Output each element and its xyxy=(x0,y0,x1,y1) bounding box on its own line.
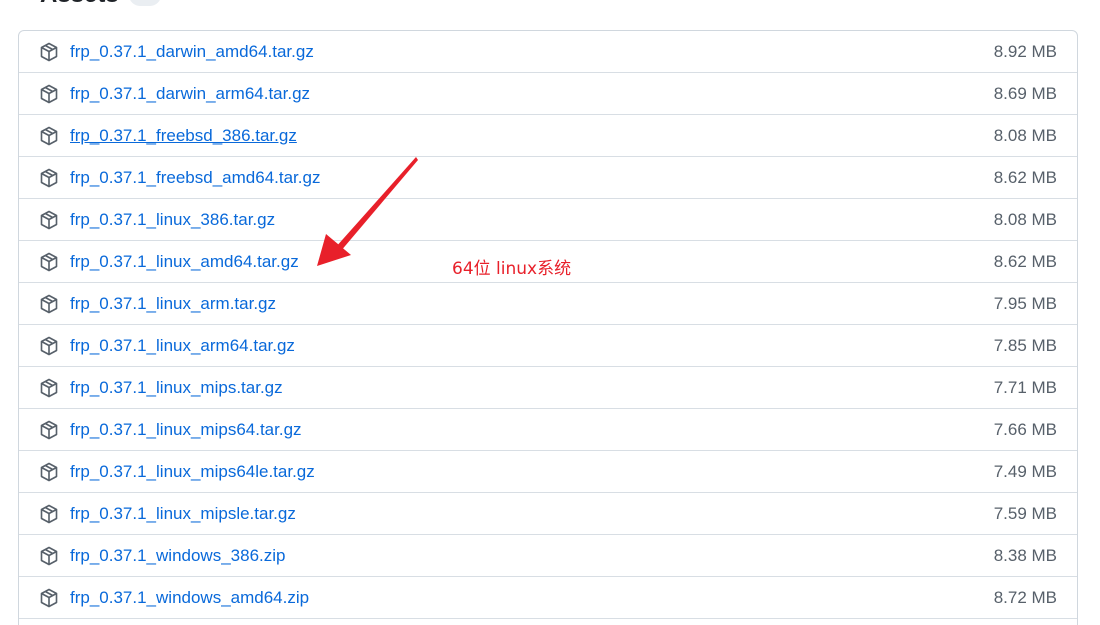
asset-download-link[interactable]: frp_0.37.1_linux_arm.tar.gz xyxy=(70,294,994,314)
package-icon xyxy=(39,84,59,104)
asset-row: frp_0.37.1_windows_amd64.zip 8.72 MB xyxy=(19,577,1077,619)
asset-download-link[interactable]: frp_0.37.1_linux_386.tar.gz xyxy=(70,210,994,230)
asset-size: 8.08 MB xyxy=(993,125,1057,145)
package-icon xyxy=(39,378,59,398)
asset-size: 8.92 MB xyxy=(993,41,1057,61)
asset-size: 7.71 MB xyxy=(993,377,1057,397)
asset-download-link[interactable]: frp_0.37.1_windows_amd64.zip xyxy=(70,588,994,608)
asset-download-link[interactable]: frp_0.37.1_windows_386.zip xyxy=(70,546,994,566)
assets-list: frp_0.37.1_darwin_amd64.tar.gz 8.92 MB frp… xyxy=(18,30,1078,625)
asset-download-link[interactable]: frp_0.37.1_linux_mips64.tar.gz xyxy=(70,420,994,440)
package-icon xyxy=(39,588,59,608)
asset-size: 7.85 MB xyxy=(993,335,1057,355)
assets-title: Assets xyxy=(40,0,119,9)
asset-row: frp_0.37.1_linux_386.tar.gz 8.08 MB xyxy=(19,199,1077,241)
asset-size: 7.59 MB xyxy=(993,503,1057,523)
release-assets-page: Assets 16 frp_0.37.1_darwin_amd64.tar.gz… xyxy=(0,0,1100,625)
asset-row: frp_0.37.1_linux_mipsle.tar.gz 7.59 MB xyxy=(19,493,1077,535)
asset-row: frp_0.37.1_linux_mips.tar.gz 7.71 MB xyxy=(19,367,1077,409)
asset-row: frp_0.37.1_freebsd_amd64.tar.gz 8.62 MB xyxy=(19,157,1077,199)
asset-download-link[interactable]: frp_0.37.1_linux_arm64.tar.gz xyxy=(70,336,994,356)
asset-size: 8.69 MB xyxy=(993,83,1057,103)
annotation-label: 64位 linux系统 xyxy=(452,259,572,279)
asset-download-link[interactable]: frp_0.37.1_linux_mipsle.tar.gz xyxy=(70,504,994,524)
asset-size: 7.66 MB xyxy=(993,419,1057,439)
asset-row: frp_0.37.1_darwin_amd64.tar.gz 8.92 MB xyxy=(19,31,1077,73)
package-icon xyxy=(39,504,59,524)
asset-size: 8.62 MB xyxy=(993,251,1057,271)
asset-row: frp_0.37.1_linux_mips64.tar.gz 7.66 MB xyxy=(19,409,1077,451)
asset-size: 8.62 MB xyxy=(993,167,1057,187)
asset-row: frp_0.37.1_linux_mips64le.tar.gz 7.49 MB xyxy=(19,451,1077,493)
package-icon xyxy=(39,126,59,146)
package-icon xyxy=(39,336,59,356)
package-icon xyxy=(39,546,59,566)
package-icon xyxy=(39,210,59,230)
package-icon xyxy=(39,462,59,482)
asset-size: 8.08 MB xyxy=(993,209,1057,229)
assets-header: Assets 16 xyxy=(40,0,161,10)
asset-row: frp_0.37.1_darwin_arm64.tar.gz 8.69 MB xyxy=(19,73,1077,115)
asset-download-link[interactable]: frp_0.37.1_linux_mips.tar.gz xyxy=(70,378,994,398)
package-icon xyxy=(39,420,59,440)
asset-download-link[interactable]: frp_0.37.1_freebsd_amd64.tar.gz xyxy=(70,168,994,188)
asset-size: 8.72 MB xyxy=(993,587,1057,607)
asset-download-link[interactable]: frp_0.37.1_linux_mips64le.tar.gz xyxy=(70,462,994,482)
asset-row: frp_0.37.1_linux_arm.tar.gz 7.95 MB xyxy=(19,283,1077,325)
asset-row: frp_0.37.1_freebsd_386.tar.gz 8.08 MB xyxy=(19,115,1077,157)
asset-size: 7.49 MB xyxy=(993,461,1057,481)
asset-download-link[interactable]: frp_0.37.1_darwin_amd64.tar.gz xyxy=(70,42,994,62)
assets-count-badge: 16 xyxy=(128,0,161,6)
asset-row: frp_0.37.1_linux_arm64.tar.gz 7.85 MB xyxy=(19,325,1077,367)
asset-size: 7.95 MB xyxy=(993,293,1057,313)
asset-download-link[interactable]: frp_0.37.1_darwin_arm64.tar.gz xyxy=(70,84,994,104)
package-icon xyxy=(39,168,59,188)
package-icon xyxy=(39,42,59,62)
package-icon xyxy=(39,294,59,314)
asset-row: frp_0.37.1_windows_386.zip 8.38 MB xyxy=(19,535,1077,577)
asset-size: 8.38 MB xyxy=(993,545,1057,565)
asset-download-link[interactable]: frp_0.37.1_freebsd_386.tar.gz xyxy=(70,126,994,146)
package-icon xyxy=(39,252,59,272)
